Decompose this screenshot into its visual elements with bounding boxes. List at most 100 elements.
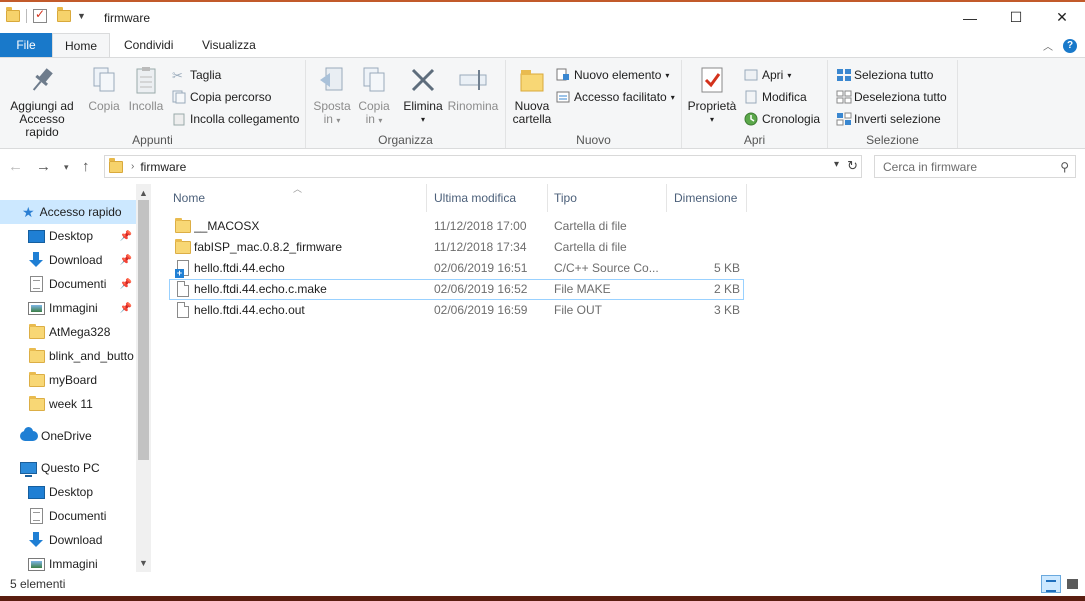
column-divider[interactable] — [746, 184, 747, 212]
recent-locations-icon[interactable]: ▾ — [64, 162, 69, 173]
breadcrumb-chevron-icon[interactable]: › — [131, 161, 134, 172]
invert-selection-button[interactable]: Inverti selezione — [836, 110, 941, 128]
nav-item-week-11[interactable]: week 11 — [0, 392, 136, 416]
open-dropdown-icon: ▾ — [787, 70, 792, 80]
scroll-down-arrow-icon[interactable]: ▼ — [139, 558, 148, 568]
folder-icon — [29, 395, 45, 411]
paste-button[interactable]: Incolla — [126, 64, 166, 113]
properties-button[interactable]: Proprietà ▾ — [686, 64, 738, 126]
search-icon[interactable]: ⚲ — [1060, 160, 1069, 174]
file-size: 2 KB — [713, 282, 740, 296]
select-all-label: Seleziona tutto — [854, 68, 934, 82]
edit-button[interactable]: Modifica — [744, 88, 807, 106]
scroll-up-arrow-icon[interactable]: ▲ — [139, 188, 148, 198]
file-type: Cartella di file — [554, 240, 627, 254]
nav-item-download[interactable]: Download 📌 — [0, 248, 136, 272]
rename-button[interactable]: Rinomina — [446, 64, 500, 113]
nav-item-pc-immagini[interactable]: Immagini — [0, 552, 136, 572]
file-row-echo-out[interactable]: hello.ftdi.44.echo.out 02/06/2019 16:59 … — [169, 300, 744, 321]
nav-item-atmega328[interactable]: AtMega328 — [0, 320, 136, 344]
nav-item-quick-access[interactable]: ★ Accesso rapido — [0, 200, 136, 224]
pin-icon[interactable]: 📌 — [120, 255, 132, 266]
column-divider[interactable] — [547, 184, 548, 212]
tab-visualizza[interactable]: Visualizza — [190, 33, 268, 57]
address-dropdown-icon[interactable]: ▾ — [834, 159, 839, 170]
help-icon[interactable]: ? — [1063, 38, 1077, 53]
column-header-size[interactable]: Dimensione — [674, 191, 737, 205]
collapse-ribbon-icon[interactable]: ︿ — [1043, 38, 1053, 53]
file-icon — [177, 302, 189, 318]
column-header-type[interactable]: Tipo — [554, 191, 577, 205]
up-arrow-icon[interactable]: ↑ — [82, 158, 90, 175]
tab-file[interactable]: File — [0, 33, 52, 57]
scrollbar-thumb[interactable] — [138, 200, 149, 460]
history-button[interactable]: Cronologia — [744, 110, 820, 128]
new-folder-button[interactable]: Nuova cartella — [512, 64, 552, 126]
nav-item-pc-download[interactable]: Download — [0, 528, 136, 552]
nav-item-immagini[interactable]: Immagini 📌 — [0, 296, 136, 320]
paste-label: Incolla — [128, 99, 164, 113]
properties-check-icon[interactable] — [33, 7, 47, 23]
address-bar[interactable]: › firmware ▾ ↻ — [104, 155, 862, 178]
pin-icon[interactable]: 📌 — [120, 303, 132, 314]
group-label-appunti: Appunti — [132, 133, 173, 147]
tab-home[interactable]: Home — [52, 33, 110, 57]
delete-button[interactable]: Elimina ▾ — [402, 64, 444, 126]
back-arrow-icon[interactable]: ← — [8, 158, 23, 175]
pin-quick-access-button[interactable]: Aggiungi ad Accesso rapido — [4, 64, 80, 139]
delete-dropdown-icon[interactable]: ▾ — [402, 113, 444, 126]
properties-dropdown-icon[interactable]: ▾ — [686, 113, 738, 126]
large-icons-view-icon[interactable] — [1064, 575, 1082, 593]
new-item-button[interactable]: Nuovo elemento ▾ — [556, 66, 669, 84]
maximize-button[interactable]: ☐ — [993, 2, 1039, 33]
nav-item-documenti[interactable]: Documenti 📌 — [0, 272, 136, 296]
nav-item-desktop[interactable]: Desktop 📌 — [0, 224, 136, 248]
select-all-button[interactable]: Seleziona tutto — [836, 66, 933, 84]
move-to-button[interactable]: Sposta in ▾ — [312, 64, 352, 127]
nav-item-blink-and-button[interactable]: blink_and_butto — [0, 344, 136, 368]
pin-icon[interactable]: 📌 — [120, 231, 132, 242]
nav-pane-scrollbar[interactable]: ▲ ▼ — [136, 184, 151, 572]
column-divider[interactable] — [666, 184, 667, 212]
file-row-macosx[interactable]: __MACOSX 11/12/2018 17:00 Cartella di fi… — [169, 216, 744, 237]
nav-item-onedrive[interactable]: OneDrive — [0, 424, 136, 448]
group-label-nuovo: Nuovo — [576, 133, 611, 147]
file-type: File OUT — [554, 303, 602, 317]
copy-to-button[interactable]: Copia in ▾ — [356, 64, 392, 127]
column-header-modified[interactable]: Ultima modifica — [434, 191, 516, 205]
cut-button[interactable]: ✂ Taglia — [172, 66, 221, 84]
file-size: 3 KB — [713, 303, 740, 317]
nav-item-pc-desktop[interactable]: Desktop — [0, 480, 136, 504]
pin-icon[interactable]: 📌 — [120, 279, 132, 290]
search-input[interactable] — [883, 159, 1043, 174]
nav-item-myboard[interactable]: myBoard — [0, 368, 136, 392]
window-title: firmware — [104, 11, 151, 25]
open-button[interactable]: Apri ▾ — [744, 66, 791, 84]
file-row-echo-make[interactable]: hello.ftdi.44.echo.c.make 02/06/2019 16:… — [169, 279, 744, 300]
properties-label: Proprietà — [687, 99, 737, 113]
minimize-button[interactable]: — — [947, 2, 993, 33]
copy-icon — [88, 64, 120, 96]
delete-x-icon — [407, 64, 439, 96]
column-header-name[interactable]: Nome — [173, 191, 205, 205]
close-button[interactable]: ✕ — [1039, 2, 1085, 33]
breadcrumb-firmware[interactable]: firmware — [140, 160, 186, 174]
paste-shortcut-button[interactable]: Incolla collegamento — [172, 110, 299, 128]
select-none-button[interactable]: Deseleziona tutto — [836, 88, 947, 106]
file-row-fabisp[interactable]: fabISP_mac.0.8.2_firmware 11/12/2018 17:… — [169, 237, 744, 258]
nav-item-questo-pc[interactable]: Questo PC — [0, 456, 136, 480]
customize-dropdown-icon[interactable]: ▼ — [77, 11, 86, 21]
tab-condividi[interactable]: Condividi — [112, 33, 185, 57]
nav-item-pc-documenti[interactable]: Documenti — [0, 504, 136, 528]
new-folder-icon[interactable] — [57, 7, 71, 22]
copy-label: Copia — [88, 99, 120, 113]
details-view-icon[interactable] — [1041, 575, 1061, 593]
group-nuovo: Nuova cartella Nuovo elemento ▾ Accesso … — [506, 60, 682, 148]
copy-button[interactable]: Copia — [86, 64, 122, 113]
easy-access-button[interactable]: Accesso facilitato ▾ — [556, 88, 675, 106]
forward-arrow-icon[interactable]: → — [36, 158, 51, 175]
copy-path-button[interactable]: Copia percorso — [172, 88, 271, 106]
refresh-icon[interactable]: ↻ — [847, 158, 858, 174]
file-row-echo-c[interactable]: hello.ftdi.44.echo 02/06/2019 16:51 C/C+… — [169, 258, 744, 279]
column-divider[interactable] — [426, 184, 427, 212]
